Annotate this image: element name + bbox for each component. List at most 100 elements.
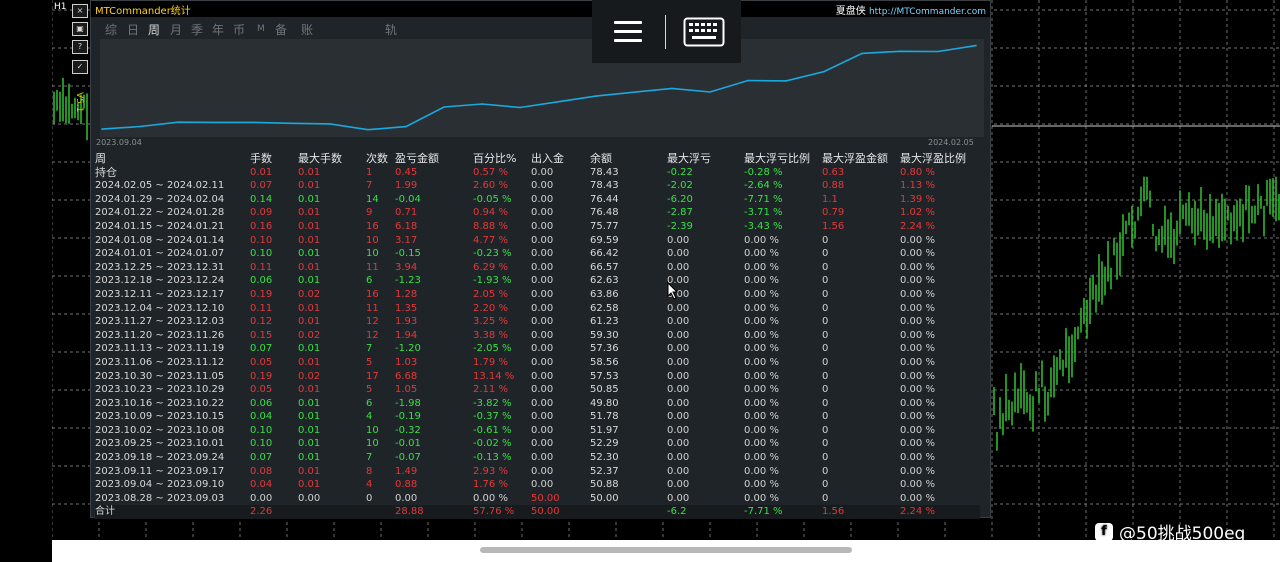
table-row[interactable]: 2023.12.11 ~ 2023.12.17 0.19 0.02 16 1.28 2.0… bbox=[95, 288, 980, 302]
table-cell: 0.00 bbox=[667, 234, 690, 246]
table-row[interactable]: 2023.10.16 ~ 2023.10.22 0.06 0.01 6 -1.98 -3.… bbox=[95, 397, 980, 411]
table-row[interactable]: 2024.01.08 ~ 2024.01.14 0.10 0.01 10 3.17 4.7… bbox=[95, 234, 980, 248]
table-cell: 69.59 bbox=[590, 234, 619, 246]
table-cell: 0.00 % bbox=[744, 288, 779, 300]
table-cell: 0 bbox=[822, 343, 829, 355]
tab-6[interactable]: 币 bbox=[233, 21, 245, 38]
row-label: 2024.01.22 ~ 2024.01.28 bbox=[95, 207, 225, 219]
table-cell: 0.00 bbox=[531, 302, 554, 314]
table-cell: 0.00 % bbox=[900, 302, 935, 314]
table-row[interactable]: 2023.09.25 ~ 2023.10.01 0.10 0.01 10 -0.01 -0… bbox=[95, 437, 980, 451]
mouse-cursor-icon bbox=[667, 282, 679, 300]
home-indicator[interactable] bbox=[480, 547, 852, 553]
menu-icon[interactable] bbox=[614, 17, 644, 45]
table-cell: -0.32 bbox=[395, 424, 421, 436]
tab-3[interactable]: 月 bbox=[170, 21, 182, 38]
tab-7[interactable]: M bbox=[257, 24, 265, 34]
table-cell: 0.88 bbox=[822, 180, 845, 192]
table-cell: 1.39 % bbox=[900, 193, 935, 205]
table-cell: 0.01 bbox=[298, 384, 321, 396]
table-cell: -0.01 bbox=[395, 438, 421, 450]
table-row[interactable]: 2023.11.27 ~ 2023.12.03 0.12 0.01 12 1.93 3.2… bbox=[95, 315, 980, 329]
table-row[interactable]: 2023.09.18 ~ 2023.09.24 0.07 0.01 7 -0.07 -0.… bbox=[95, 451, 980, 465]
table-cell: 0.01 bbox=[298, 180, 321, 192]
column-header[interactable]: 次数 bbox=[366, 152, 395, 166]
table-row[interactable]: 2023.10.09 ~ 2023.10.15 0.04 0.01 4 -0.19 -0.… bbox=[95, 410, 980, 424]
table-cell: 0.79 bbox=[822, 207, 845, 219]
table-row[interactable]: 2024.01.15 ~ 2024.01.21 0.16 0.01 16 6.18 8.8… bbox=[95, 220, 980, 234]
table-cell: 0.00 % bbox=[900, 370, 935, 382]
tab-0[interactable]: 综 bbox=[105, 21, 117, 38]
column-header[interactable]: 最大浮盈金额 bbox=[822, 152, 900, 166]
table-cell: 0.19 bbox=[250, 370, 273, 382]
table-row[interactable]: 2023.10.30 ~ 2023.11.05 0.19 0.02 17 6.68 13.… bbox=[95, 370, 980, 384]
table-row[interactable]: 2023.12.25 ~ 2023.12.31 0.11 0.01 11 3.94 6.2… bbox=[95, 261, 980, 275]
column-header[interactable]: 最大浮盈比例 bbox=[900, 152, 980, 166]
keyboard-icon[interactable] bbox=[683, 17, 725, 47]
column-header[interactable]: 百分比% bbox=[473, 152, 531, 166]
table-cell: 0.00 bbox=[531, 220, 554, 232]
table-cell: 7 bbox=[366, 180, 373, 192]
tab-5[interactable]: 年 bbox=[212, 21, 224, 38]
table-cell: 1.99 bbox=[395, 180, 418, 192]
table-cell: 0.00 bbox=[531, 479, 554, 491]
column-header[interactable]: 余额 bbox=[590, 152, 667, 166]
check-icon[interactable]: ✓ bbox=[72, 60, 88, 74]
column-header[interactable]: 盈亏金额 bbox=[395, 152, 473, 166]
table-row[interactable]: 2023.11.06 ~ 2023.11.12 0.05 0.01 5 1.03 1.79… bbox=[95, 356, 980, 370]
table-row[interactable]: 2023.09.04 ~ 2023.09.10 0.04 0.01 4 0.88 1.76… bbox=[95, 478, 980, 492]
table-cell: 0 bbox=[366, 492, 373, 504]
row-label: 2023.11.27 ~ 2023.12.03 bbox=[95, 316, 225, 328]
column-header[interactable]: 出入金 bbox=[531, 152, 590, 166]
table-cell: 10 bbox=[366, 424, 379, 436]
table-row[interactable]: 2024.01.22 ~ 2024.01.28 0.09 0.01 9 0.71 0.94… bbox=[95, 206, 980, 220]
table-cell: 0.01 bbox=[298, 465, 321, 477]
table-row[interactable]: 2023.11.20 ~ 2023.11.26 0.15 0.02 12 1.94 3.3… bbox=[95, 329, 980, 343]
table-cell: 0.63 bbox=[822, 166, 845, 178]
tab-8[interactable]: 备 bbox=[275, 21, 287, 38]
tab-4[interactable]: 季 bbox=[191, 21, 203, 38]
table-cell: 0.00 bbox=[531, 411, 554, 423]
table-cell: -0.23 % bbox=[473, 248, 512, 260]
table-row[interactable]: 2024.01.01 ~ 2024.01.07 0.10 0.01 10 -0.15 -0… bbox=[95, 247, 980, 261]
total-row[interactable]: 合计 2.26 28.88 57.76 % 50.00 -6.2 -7.71 % 1.56 2.… bbox=[95, 505, 980, 520]
holding-row[interactable]: 持仓 0.01 0.01 1 0.45 0.57 % 0.00 78.43 -0.22 -0.28… bbox=[95, 166, 980, 180]
equity-point bbox=[519, 106, 521, 109]
table-cell: 0.00 % bbox=[900, 384, 935, 396]
table-row[interactable]: 2023.12.18 ~ 2023.12.24 0.06 0.01 6 -1.23 -1.… bbox=[95, 274, 980, 288]
column-header[interactable]: 最大浮亏 bbox=[667, 152, 744, 166]
brand[interactable]: 夏盘侠 http://MTCommander.com bbox=[836, 2, 986, 17]
close-icon[interactable]: × bbox=[72, 4, 88, 18]
table-cell: -2.02 bbox=[667, 180, 693, 192]
column-header[interactable]: 最大手数 bbox=[298, 152, 366, 166]
table-row[interactable]: 2024.01.29 ~ 2024.02.04 0.14 0.01 14 -0.04 -0… bbox=[95, 193, 980, 207]
window-icon[interactable]: ▣ bbox=[72, 22, 88, 36]
table-cell: 1.94 bbox=[395, 329, 418, 341]
table-row[interactable]: 2024.02.05 ~ 2024.02.11 0.07 0.01 7 1.99 2.60… bbox=[95, 179, 980, 193]
table-row[interactable]: 2023.11.13 ~ 2023.11.19 0.07 0.01 7 -1.20 -2.… bbox=[95, 342, 980, 356]
table-cell: 0.00 % bbox=[900, 424, 935, 436]
tab-1[interactable]: 日 bbox=[127, 21, 139, 38]
table-cell: 50.00 bbox=[531, 492, 560, 504]
column-header[interactable]: 最大浮亏比例 bbox=[744, 152, 822, 166]
weekly-stats-table: 周手数 最大手数 次数 盈亏金额 百分比% 出入金 余额 最大浮亏 最大浮亏比例 最大浮盈金额 最大… bbox=[95, 152, 980, 520]
table-row[interactable]: 2023.09.11 ~ 2023.09.17 0.08 0.01 8 1.49 2.93… bbox=[95, 465, 980, 479]
help-icon[interactable]: ? bbox=[72, 40, 88, 54]
row-label: 2023.10.09 ~ 2023.10.15 bbox=[95, 411, 225, 423]
table-cell: 0.00 bbox=[531, 384, 554, 396]
table-cell: 0.00 bbox=[667, 479, 690, 491]
table-cell: -0.19 bbox=[395, 411, 421, 423]
column-header[interactable]: 手数 bbox=[250, 152, 298, 166]
table-row[interactable]: 2023.08.28 ~ 2023.09.03 0.00 0.00 0 0.00 0.00… bbox=[95, 492, 980, 506]
table-row[interactable]: 2023.10.23 ~ 2023.10.29 0.05 0.01 5 1.05 2.11… bbox=[95, 383, 980, 397]
table-row[interactable]: 2023.12.04 ~ 2023.12.10 0.11 0.01 11 1.35 2.2… bbox=[95, 302, 980, 316]
table-cell: 0 bbox=[822, 356, 829, 368]
table-cell: 0.00 % bbox=[744, 424, 779, 436]
brand-url[interactable]: http://MTCommander.com bbox=[869, 7, 986, 17]
table-cell: 0.00 % bbox=[900, 479, 935, 491]
column-header[interactable]: 周 bbox=[95, 152, 250, 166]
table-cell: 50.88 bbox=[590, 479, 619, 491]
table-cell: -0.37 % bbox=[473, 411, 512, 423]
table-row[interactable]: 2023.10.02 ~ 2023.10.08 0.10 0.01 10 -0.32 -0… bbox=[95, 424, 980, 438]
tab-2[interactable]: 周 bbox=[148, 21, 160, 38]
